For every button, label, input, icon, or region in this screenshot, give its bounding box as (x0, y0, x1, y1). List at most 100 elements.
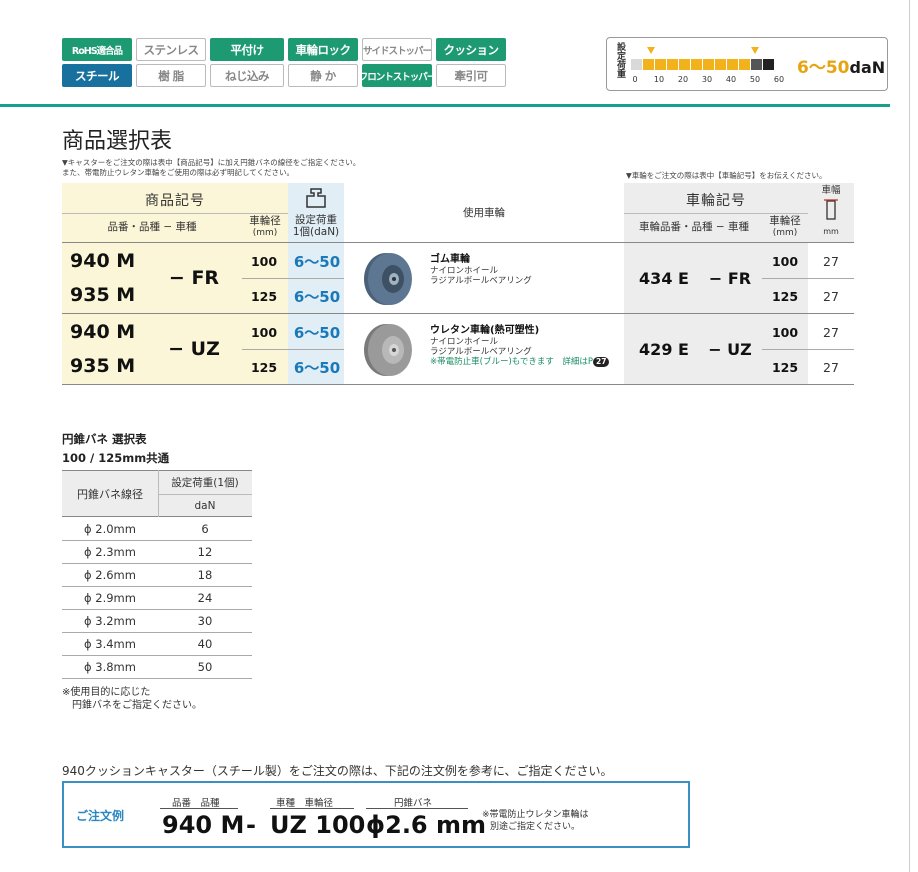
order-note-right: ▼車輪をご注文の際は表中【車輪記号】をお伝えください。 (626, 171, 827, 180)
gauge-min-marker-icon (647, 47, 655, 54)
feature-tag: クッション (436, 38, 506, 61)
header-wheel-dia-label: 車輪径 (249, 215, 281, 227)
header-product-code: 商品記号 (145, 193, 205, 209)
gauge-tick-label: 40 (725, 75, 737, 84)
load-gauge: 設定荷重 0 10 20 30 40 50 60 6〜50daN (606, 37, 888, 91)
row-split (242, 278, 344, 279)
spring-dia: ϕ 2.0mm (84, 522, 136, 536)
wheel-dia: 100 (250, 324, 278, 340)
order-value-type: UZ 100 (270, 811, 366, 839)
order-note: ※帯電防止ウレタン車輪は 別途ご指定ください。 (482, 809, 589, 833)
gauge-segment (643, 59, 654, 70)
page-title: 商品選択表 (62, 129, 173, 154)
gauge-tick-label: 30 (701, 75, 713, 84)
header-load-unit: 1個(daN) (292, 226, 340, 238)
order-note-2: 別途ご指定ください。 (490, 822, 581, 832)
header-load: 設定荷重 1個(daN) (288, 213, 344, 239)
wheel-note-text: ※帯電防止車(ブルー)もできます 詳細はP (430, 357, 594, 367)
feature-tags: RoHS適合品 ステンレス 平付け 車輪ロック サイドストッパー クッション スチール樹 脂… (62, 38, 508, 87)
header-wheel-width-unit: mm (823, 227, 839, 236)
order-note-left: ▼キャスターをご注文の際は表中【商品記号】に加え円錐バネの線径をご指定ください。… (62, 158, 360, 178)
table-row: ϕ 2.0mm 6 (62, 518, 252, 541)
wheel-name: ウレタン車輪(熱可塑性) (430, 325, 540, 336)
gauge-ticks: 0 10 20 30 40 50 60 (629, 75, 799, 85)
header-wheel-width: 車幅 mm (808, 185, 854, 241)
wheel-width: 27 (823, 324, 839, 340)
order-note-1: ※帯電防止ウレタン車輪は (482, 810, 589, 820)
header-divider-right (624, 213, 808, 214)
order-value-model: 940 M (162, 811, 245, 839)
header-rule (0, 104, 890, 107)
gauge-segment (679, 59, 690, 70)
load-range: 6〜50 (293, 358, 341, 377)
header-wheel-dia: 車輪径 (mm) (242, 215, 288, 239)
type-code: − FR (168, 267, 220, 289)
wheel-dia: 100 (250, 253, 278, 269)
gauge-tick-label: 20 (677, 75, 689, 84)
gauge-segment (739, 59, 750, 70)
spring-header-unit: daN (194, 499, 216, 512)
model-code: 935 M (70, 284, 136, 306)
feature-tag: ステンレス (136, 38, 206, 61)
order-value-spring: ϕ2.6 mm (366, 811, 486, 839)
rubber-wheel-image (358, 249, 418, 309)
order-line-spring (366, 808, 468, 809)
gauge-max-marker-icon (751, 47, 759, 54)
wheel-width-icon (823, 198, 839, 225)
header-load-label: 設定荷重 (295, 214, 337, 226)
wheel-dia: 125 (250, 359, 278, 375)
order-caption-spring: 円錐バネ (394, 798, 433, 809)
table-row: ϕ 3.2mm 30 (62, 610, 252, 633)
wheel-spec: ナイロンホイール (430, 266, 499, 276)
gauge-label: 設定荷重 (615, 42, 625, 78)
spring-load: 50 (197, 660, 213, 674)
header-wheel-model: 車輪品番・品種 − 車種 (639, 221, 749, 233)
wheel-description: ゴム車輪 ナイロンホイール ラジアルボールベアリング (430, 255, 626, 287)
product-selection-table: 商品記号 品番・品種 − 車種 車輪径 (mm) 設定荷重 1個(daN) 使用… (62, 183, 854, 385)
spring-dia: ϕ 2.3mm (84, 545, 136, 559)
wheel-dia: 125 (250, 288, 278, 304)
header-wheel-width-label: 車幅 (821, 185, 841, 196)
table-row: ϕ 2.6mm 18 (62, 564, 252, 587)
order-caption-model: 品番 品種 (172, 798, 220, 809)
feature-tag: 樹 脂 (136, 64, 206, 87)
gauge-tick-label: 50 (749, 75, 761, 84)
gauge-segment (715, 59, 726, 70)
wheel-dia-right: 125 (771, 288, 799, 304)
wheel-note: ※帯電防止車(ブルー)もできます 詳細はP 27 (430, 357, 626, 367)
row-split (242, 349, 344, 350)
load-range: 6〜50 (293, 323, 341, 342)
header-wheel-used: 使用車輪 (463, 207, 505, 219)
spring-header-load: 設定荷重(1個) (171, 476, 239, 489)
weight-icon (288, 186, 344, 210)
load-range: 6〜50 (293, 252, 341, 271)
row-split-right (762, 349, 854, 350)
header-wheel-dia-right: 車輪径 (mm) (762, 215, 808, 239)
table-row: ϕ 2.9mm 24 (62, 587, 252, 610)
feature-tag: 平付け (210, 38, 284, 61)
order-line-type (270, 808, 354, 809)
spring-note-2: 円錐バネをご指定ください。 (72, 700, 202, 711)
side-rule (909, 0, 918, 872)
gauge-segment (727, 59, 738, 70)
table-row: ϕ 2.3mm 12 (62, 541, 252, 564)
spring-table-subtitle: 100 / 125mm共通 (62, 451, 170, 465)
gauge-segment (655, 59, 666, 70)
spring-table-title: 円錐バネ 選択表 (62, 432, 147, 446)
order-line-model (160, 808, 238, 809)
wheel-spec: ラジアルボールベアリング (430, 347, 532, 357)
spring-note-1: ※使用目的に応じた (62, 687, 151, 698)
spring-load: 12 (197, 545, 213, 559)
spring-dia: ϕ 3.4mm (84, 637, 136, 651)
header-wheel-dia-unit: (mm) (252, 228, 278, 238)
gauge-range-value: 6〜50 (797, 58, 850, 78)
spring-note: ※使用目的に応じた 円錐バネをご指定ください。 (62, 686, 202, 712)
gauge-tick-label: 10 (653, 75, 665, 84)
spring-dia: ϕ 3.8mm (84, 660, 136, 674)
header-wheel-dia-right-unit: (mm) (772, 228, 798, 238)
wheel-spec: ラジアルボールベアリング (430, 276, 532, 286)
table-row: ϕ 3.8mm 50 (62, 656, 252, 679)
wheel-dia-right: 100 (771, 253, 799, 269)
wheel-dia-right: 100 (771, 324, 799, 340)
spring-dia: ϕ 3.2mm (84, 614, 136, 628)
